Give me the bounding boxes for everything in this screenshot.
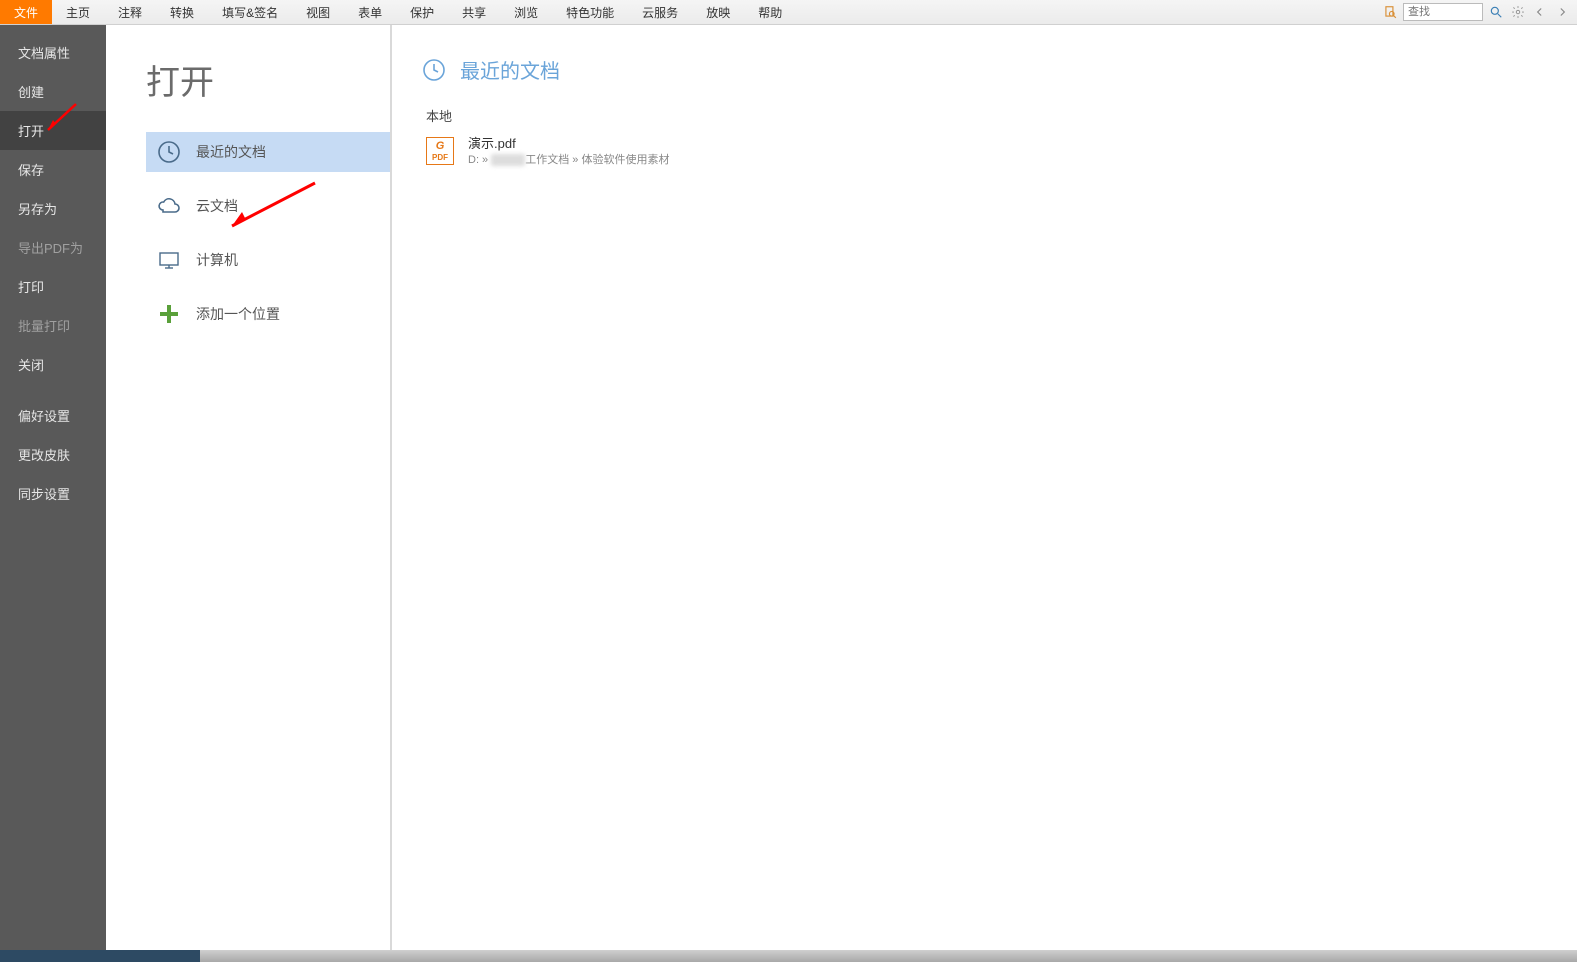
nav-forward-icon[interactable] <box>1553 3 1571 21</box>
sidebar-item-打开[interactable]: 打开 <box>0 111 106 150</box>
file-info: 演示.pdfD: » xxxx工作文档 » 体验软件使用素材 <box>468 135 669 167</box>
open-sources-column: 打开 最近的文档云文档计算机添加一个位置 <box>106 25 392 962</box>
menu-云服务[interactable]: 云服务 <box>628 0 692 24</box>
computer-icon <box>156 247 182 273</box>
file-sidebar: 文档属性创建打开保存另存为导出PDF为打印批量打印关闭偏好设置更改皮肤同步设置 <box>0 25 106 962</box>
source-cloud[interactable]: 云文档 <box>146 186 390 226</box>
sidebar-item-同步设置[interactable]: 同步设置 <box>0 474 106 513</box>
source-label: 添加一个位置 <box>196 304 280 324</box>
menu-注释[interactable]: 注释 <box>104 0 156 24</box>
menu-保护[interactable]: 保护 <box>396 0 448 24</box>
source-plus[interactable]: 添加一个位置 <box>146 294 390 334</box>
sidebar-item-创建[interactable]: 创建 <box>0 72 106 111</box>
source-computer[interactable]: 计算机 <box>146 240 390 280</box>
sidebar-item-更改皮肤[interactable]: 更改皮肤 <box>0 435 106 474</box>
sidebar-item-打印[interactable]: 打印 <box>0 267 106 306</box>
plus-icon <box>156 301 182 327</box>
sidebar-item-偏好设置[interactable]: 偏好设置 <box>0 396 106 435</box>
sidebar-item-保存[interactable]: 保存 <box>0 150 106 189</box>
open-panel: 打开 最近的文档云文档计算机添加一个位置 最近的文档 本地 GPDF 演示.pdfD… <box>106 25 1577 962</box>
source-label: 云文档 <box>196 196 238 216</box>
bottom-strip <box>106 950 1577 962</box>
recent-group-label: 本地 <box>426 106 1577 125</box>
sidebar-item-批量打印: 批量打印 <box>0 306 106 345</box>
menu-帮助[interactable]: 帮助 <box>744 0 796 24</box>
top-right-tools <box>1381 0 1577 24</box>
recent-header-label: 最近的文档 <box>460 55 560 84</box>
search-input[interactable] <box>1403 3 1483 21</box>
menu-填写&签名[interactable]: 填写&签名 <box>208 0 292 24</box>
source-clock[interactable]: 最近的文档 <box>146 132 390 172</box>
menu-文件[interactable]: 文件 <box>0 0 52 24</box>
file-name: 演示.pdf <box>468 135 669 153</box>
sidebar-item-导出PDF为: 导出PDF为 <box>0 228 106 267</box>
bottom-task-segment <box>0 950 200 962</box>
menu-表单[interactable]: 表单 <box>344 0 396 24</box>
menu-浏览[interactable]: 浏览 <box>500 0 552 24</box>
menu-主页[interactable]: 主页 <box>52 0 104 24</box>
pdf-file-icon: GPDF <box>426 137 454 165</box>
menubar-spacer <box>796 0 1381 24</box>
clock-icon <box>156 139 182 165</box>
menu-放映[interactable]: 放映 <box>692 0 744 24</box>
sidebar-item-另存为[interactable]: 另存为 <box>0 189 106 228</box>
sidebar-item-文档属性[interactable]: 文档属性 <box>0 33 106 72</box>
clock-icon <box>422 58 446 82</box>
search-icon[interactable] <box>1487 3 1505 21</box>
menu-转换[interactable]: 转换 <box>156 0 208 24</box>
recent-file[interactable]: GPDF 演示.pdfD: » xxxx工作文档 » 体验软件使用素材 <box>422 131 1577 171</box>
source-list: 最近的文档云文档计算机添加一个位置 <box>146 132 390 334</box>
cloud-icon <box>156 193 182 219</box>
menu-特色功能[interactable]: 特色功能 <box>552 0 628 24</box>
source-label: 最近的文档 <box>196 142 266 162</box>
gear-icon[interactable] <box>1509 3 1527 21</box>
recent-files-column: 最近的文档 本地 GPDF 演示.pdfD: » xxxx工作文档 » 体验软件使用… <box>392 25 1577 962</box>
file-path: D: » xxxx工作文档 » 体验软件使用素材 <box>468 153 669 168</box>
menu-视图[interactable]: 视图 <box>292 0 344 24</box>
find-in-page-icon[interactable] <box>1381 3 1399 21</box>
sidebar-item-关闭[interactable]: 关闭 <box>0 345 106 384</box>
menu-bar: 文件主页注释转换填写&签名视图表单保护共享浏览特色功能云服务放映帮助 <box>0 0 1577 25</box>
menu-共享[interactable]: 共享 <box>448 0 500 24</box>
open-title: 打开 <box>146 55 390 104</box>
nav-back-icon[interactable] <box>1531 3 1549 21</box>
source-label: 计算机 <box>196 250 238 270</box>
recent-header: 最近的文档 <box>422 55 1577 84</box>
